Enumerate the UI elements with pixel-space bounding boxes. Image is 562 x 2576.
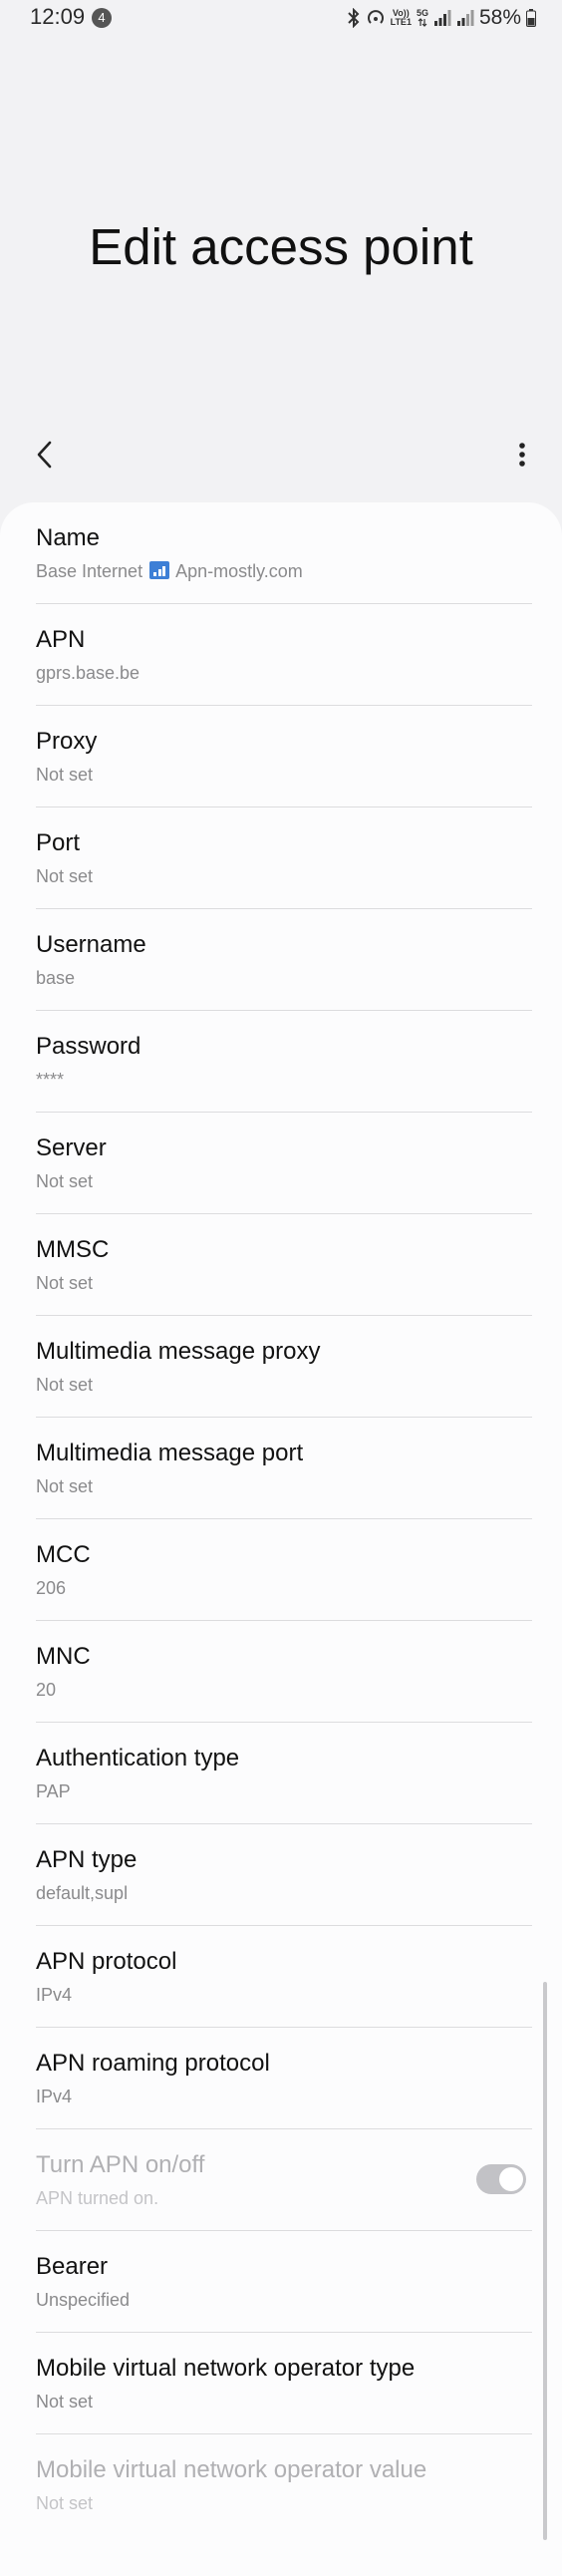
field-apn-toggle-title: Turn APN on/off xyxy=(36,2151,205,2178)
field-mms-port-title: Multimedia message port xyxy=(36,1440,304,1466)
back-button[interactable] xyxy=(26,433,66,477)
field-name-value: Base Internet Apn-mostly.com xyxy=(36,561,303,582)
field-apn-roaming-protocol-value: IPv4 xyxy=(36,2087,73,2106)
field-name[interactable]: Name Base Internet Apn-mostly.com xyxy=(0,502,562,604)
field-username-value: base xyxy=(36,968,76,988)
field-name-title: Name xyxy=(36,524,101,551)
field-apn-type[interactable]: APN type default,supl xyxy=(0,1824,562,1926)
field-mms-proxy-title: Multimedia message proxy xyxy=(36,1338,321,1365)
field-apn[interactable]: APN gprs.base.be xyxy=(0,604,562,706)
field-mvno-type-title: Mobile virtual network operator type xyxy=(36,2355,416,2382)
field-username[interactable]: Username base xyxy=(0,909,562,1011)
more-vertical-icon xyxy=(519,443,525,467)
toggle-knob xyxy=(499,2167,523,2191)
data-arrows-icon xyxy=(418,18,427,27)
volte-indicator: Vo)) LTE1 xyxy=(391,9,412,27)
field-server-value: Not set xyxy=(36,1171,94,1191)
field-mvno-value: Mobile virtual network operator value No… xyxy=(0,2434,562,2536)
battery-percent: 58% xyxy=(478,6,521,29)
field-apn-toggle: Turn APN on/off APN turned on. xyxy=(0,2129,562,2231)
page-title: Edit access point xyxy=(89,218,473,275)
field-apn-protocol[interactable]: APN protocol IPv4 xyxy=(0,1926,562,2028)
status-bar: 12:09 4 Vo)) LTE1 5G 58% xyxy=(0,0,562,40)
back-arrow-icon xyxy=(37,441,52,469)
field-bearer-value: Unspecified xyxy=(36,2290,131,2310)
field-port-value: Not set xyxy=(36,866,94,886)
status-icons: Vo)) LTE1 5G 58% xyxy=(347,4,536,32)
field-mms-port-value: Not set xyxy=(36,1476,94,1496)
field-mvno-value-title: Mobile virtual network operator value xyxy=(36,2456,427,2483)
field-username-title: Username xyxy=(36,931,146,958)
field-proxy-value: Not set xyxy=(36,765,94,785)
lte-label: LTE1 xyxy=(390,17,412,27)
field-mcc-title: MCC xyxy=(36,1541,91,1568)
field-apn-value: gprs.base.be xyxy=(36,663,140,683)
notification-count-badge: 4 xyxy=(92,8,112,28)
fiveg-indicator: 5G xyxy=(417,9,428,27)
field-apn-type-title: APN type xyxy=(36,1846,138,1873)
field-mmsc[interactable]: MMSC Not set xyxy=(0,1214,562,1316)
field-mcc[interactable]: MCC 206 xyxy=(0,1519,562,1621)
field-authentication-type[interactable]: Authentication type PAP xyxy=(0,1723,562,1824)
field-bearer[interactable]: Bearer Unspecified xyxy=(0,2231,562,2333)
field-apn-toggle-value: APN turned on. xyxy=(36,2188,159,2208)
field-mcc-value: 206 xyxy=(36,1578,67,1598)
field-apn-protocol-value: IPv4 xyxy=(36,1985,73,2005)
field-password-title: Password xyxy=(36,1033,141,1060)
field-authentication-type-value: PAP xyxy=(36,1781,71,1801)
more-options-button[interactable] xyxy=(510,433,534,477)
field-apn-roaming-protocol[interactable]: APN roaming protocol IPv4 xyxy=(0,2028,562,2129)
field-name-value-text: Base Internet xyxy=(36,561,143,581)
field-mnc-title: MNC xyxy=(36,1643,91,1670)
signal-bars-icon xyxy=(149,561,170,580)
field-apn-type-value: default,supl xyxy=(36,1883,129,1903)
battery-icon xyxy=(526,9,536,27)
field-apn-title: APN xyxy=(36,626,86,653)
field-mvno-type[interactable]: Mobile virtual network operator type Not… xyxy=(0,2333,562,2434)
field-apn-roaming-protocol-title: APN roaming protocol xyxy=(36,2050,270,2077)
status-time: 12:09 xyxy=(30,4,86,29)
field-mms-proxy-value: Not set xyxy=(36,1375,94,1395)
bluetooth-icon xyxy=(347,8,360,28)
field-mvno-value-value: Not set xyxy=(36,2493,94,2513)
field-proxy-title: Proxy xyxy=(36,728,98,755)
field-proxy[interactable]: Proxy Not set xyxy=(0,706,562,807)
field-authentication-type-title: Authentication type xyxy=(36,1745,240,1771)
signal-strength-secondary-icon xyxy=(456,10,474,26)
signal-strength-icon xyxy=(433,10,451,26)
field-mnc[interactable]: MNC 20 xyxy=(0,1621,562,1723)
field-name-value-suffix: Apn-mostly.com xyxy=(175,561,303,581)
field-port-title: Port xyxy=(36,829,81,856)
field-bearer-title: Bearer xyxy=(36,2253,109,2280)
settings-card: Name Base Internet Apn-mostly.com APN gp… xyxy=(0,502,562,2576)
fiveg-label: 5G xyxy=(416,8,428,18)
field-mms-proxy[interactable]: Multimedia message proxy Not set xyxy=(0,1316,562,1418)
field-mvno-type-value: Not set xyxy=(36,2392,94,2412)
apn-toggle-switch xyxy=(476,2164,526,2194)
field-password[interactable]: Password **** xyxy=(0,1011,562,1113)
field-mmsc-title: MMSC xyxy=(36,1236,110,1263)
field-mmsc-value: Not set xyxy=(36,1273,94,1293)
field-server[interactable]: Server Not set xyxy=(0,1113,562,1214)
field-mms-port[interactable]: Multimedia message port Not set xyxy=(0,1418,562,1519)
field-server-title: Server xyxy=(36,1134,107,1161)
field-port[interactable]: Port Not set xyxy=(0,807,562,909)
field-password-value: **** xyxy=(36,1070,65,1090)
field-mnc-value: 20 xyxy=(36,1680,57,1700)
scrollbar[interactable] xyxy=(543,1982,547,2540)
hotspot-icon xyxy=(367,10,384,24)
field-apn-protocol-title: APN protocol xyxy=(36,1948,177,1975)
